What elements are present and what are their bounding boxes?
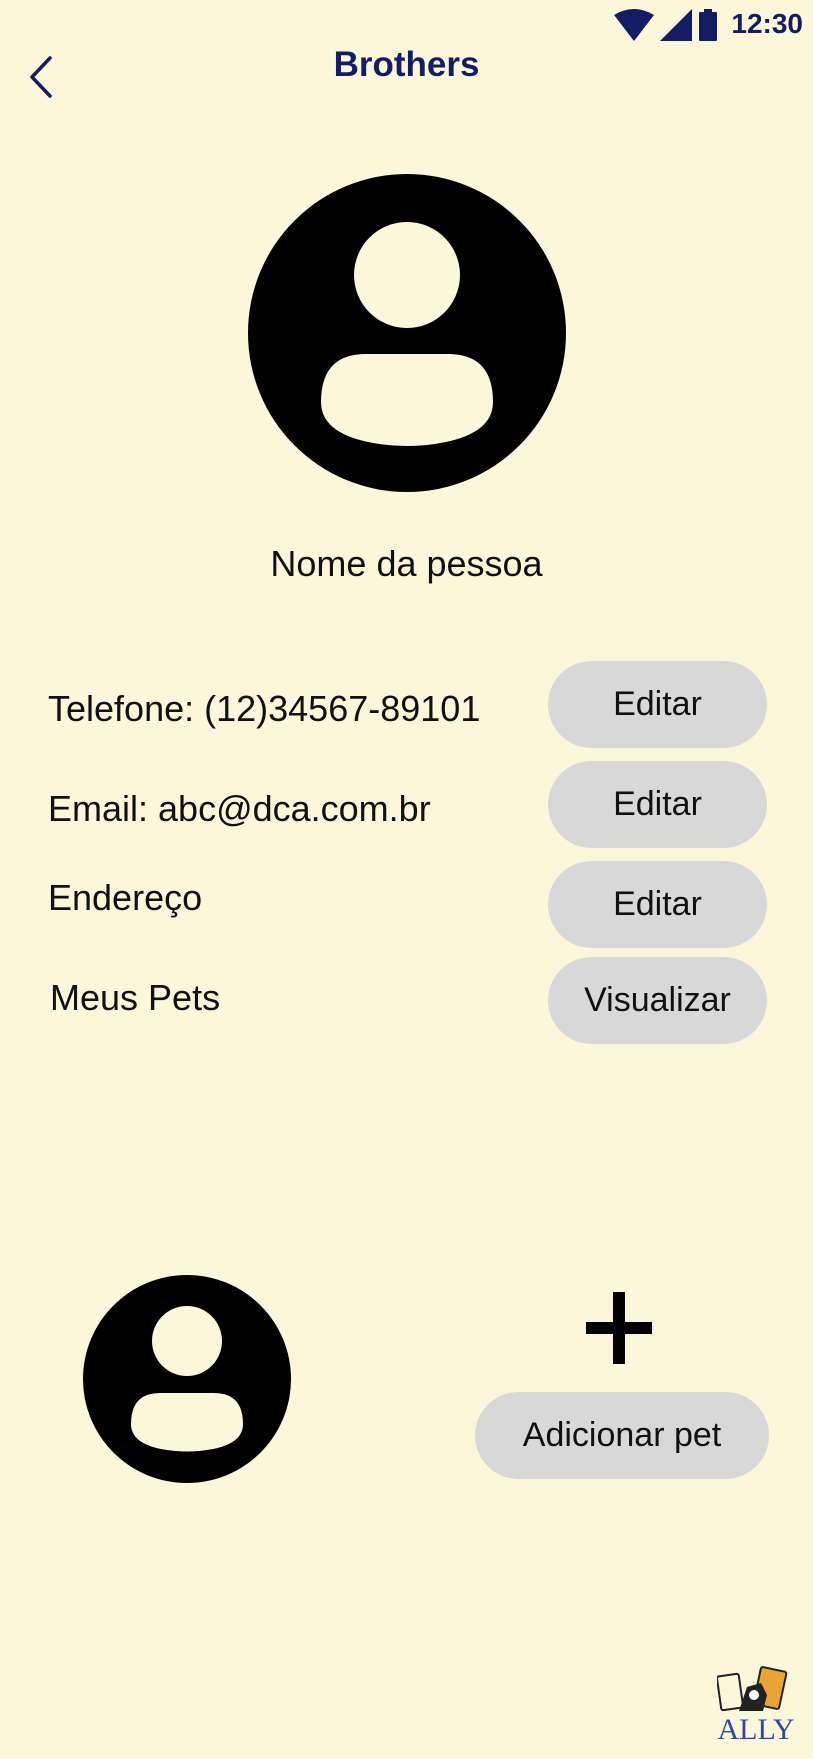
edit-phone-button[interactable]: Editar xyxy=(548,661,767,748)
address-label: Endereço xyxy=(48,877,203,918)
user-avatar-icon xyxy=(248,174,566,492)
my-pets-label: Meus Pets xyxy=(50,977,221,1018)
pet-avatar[interactable] xyxy=(82,1274,292,1484)
add-pet-button[interactable]: Adicionar pet xyxy=(475,1392,769,1479)
wifi-icon xyxy=(614,9,654,41)
add-pet-plus[interactable] xyxy=(586,1292,652,1364)
pet-avatar-icon xyxy=(83,1275,291,1483)
profile-avatar[interactable] xyxy=(246,172,568,494)
edit-email-button[interactable]: Editar xyxy=(548,761,767,848)
app-logo: ALLY xyxy=(715,1665,795,1746)
status-time: 12:30 xyxy=(731,8,803,39)
page-title: Brothers xyxy=(333,45,480,84)
logo-text: ALLY xyxy=(718,1713,795,1743)
phone-label: Telefone: (12)34567-89101 xyxy=(48,688,481,729)
email-label: Email: abc@dca.com.br xyxy=(48,788,431,829)
edit-address-button[interactable]: Editar xyxy=(548,861,767,948)
battery-icon xyxy=(699,9,717,41)
person-name: Nome da pessoa xyxy=(270,543,543,584)
cellular-signal-icon xyxy=(660,9,692,41)
ally-logo-icon: ALLY xyxy=(715,1666,795,1746)
plus-icon xyxy=(586,1292,652,1364)
status-icons xyxy=(614,9,718,41)
view-pets-button[interactable]: Visualizar xyxy=(548,957,767,1044)
